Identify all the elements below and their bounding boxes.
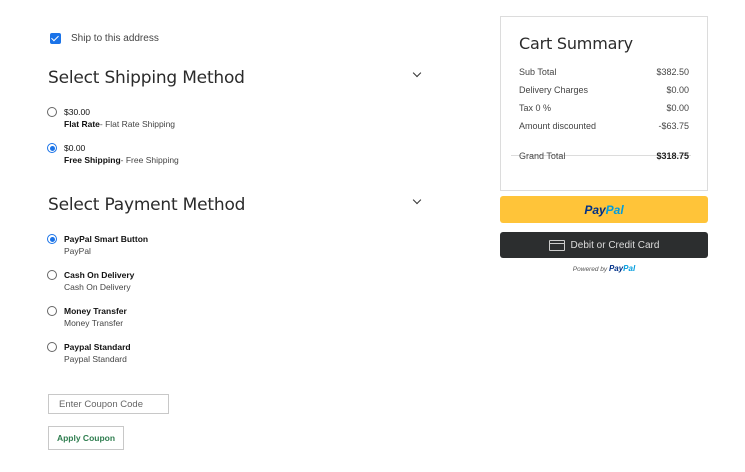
cart-row-label: Sub Total bbox=[519, 67, 557, 77]
payment-sub: Paypal Standard bbox=[64, 354, 127, 364]
payment-name: Cash On Delivery bbox=[64, 270, 135, 280]
cart-row-label: Amount discounted bbox=[519, 121, 597, 131]
payment-sub: PayPal bbox=[64, 246, 91, 256]
cart-row-value: $0.00 bbox=[666, 103, 689, 113]
payment-radio-cod[interactable] bbox=[47, 270, 57, 280]
cart-row-value: $0.00 bbox=[666, 85, 689, 95]
shipping-name: Free Shipping bbox=[64, 155, 121, 165]
shipping-method-title: Select Shipping Method bbox=[48, 68, 245, 88]
cart-row-tax: Tax 0 % $0.00 bbox=[519, 103, 689, 113]
debit-credit-card-label: Debit or Credit Card bbox=[570, 239, 660, 251]
payment-radio-paypal-standard[interactable] bbox=[47, 342, 57, 352]
cart-row-delivery: Delivery Charges $0.00 bbox=[519, 85, 689, 95]
cart-row-value: -$63.75 bbox=[658, 121, 689, 131]
paypal-button[interactable]: Pay Pal bbox=[500, 196, 708, 223]
cart-row-subtotal: Sub Total $382.50 bbox=[519, 67, 689, 77]
cart-summary-panel: Cart Summary Sub Total $382.50 Delivery … bbox=[500, 16, 708, 191]
cart-row-value: $382.50 bbox=[656, 67, 689, 77]
payment-option-paypal-standard[interactable]: Paypal Standard Paypal Standard bbox=[47, 341, 131, 365]
shipping-detail: - Flat Rate Shipping bbox=[99, 119, 176, 129]
paypal-logo-pal: Pal bbox=[605, 202, 624, 217]
cart-summary-title: Cart Summary bbox=[519, 34, 633, 53]
payment-name: Paypal Standard bbox=[64, 342, 131, 352]
card-icon bbox=[548, 239, 565, 251]
shipping-option-free[interactable]: $0.00 Free Shipping- Free Shipping bbox=[47, 142, 179, 166]
payment-radio-money-transfer[interactable] bbox=[47, 306, 57, 316]
chevron-down-icon[interactable] bbox=[413, 197, 422, 206]
shipping-detail: - Free Shipping bbox=[120, 155, 179, 165]
ship-to-address-label: Ship to this address bbox=[71, 33, 159, 44]
shipping-price: $30.00 bbox=[64, 107, 90, 117]
shipping-price: $0.00 bbox=[64, 143, 86, 153]
powered-logo-pal: Pal bbox=[623, 264, 636, 273]
cart-row-label: Tax 0 % bbox=[519, 103, 552, 113]
grand-total-label: Grand Total bbox=[519, 151, 566, 161]
paypal-logo-pay: Pay bbox=[584, 202, 606, 217]
shipping-radio-flat-rate[interactable] bbox=[47, 107, 57, 117]
cart-row-label: Delivery Charges bbox=[519, 85, 589, 95]
payment-sub: Money Transfer bbox=[64, 318, 124, 328]
ship-to-address-checkbox[interactable] bbox=[50, 33, 61, 44]
chevron-down-icon[interactable] bbox=[413, 70, 422, 79]
grand-total-value: $318.75 bbox=[656, 151, 689, 161]
powered-by-label: Powered by bbox=[572, 266, 608, 273]
coupon-code-input[interactable] bbox=[48, 394, 169, 414]
payment-method-title: Select Payment Method bbox=[48, 195, 246, 215]
powered-logo-pay: Pay bbox=[608, 264, 624, 273]
payment-option-money-transfer[interactable]: Money Transfer Money Transfer bbox=[47, 305, 127, 329]
cart-row-grand-total: Grand Total $318.75 bbox=[519, 151, 689, 161]
shipping-option-flat-rate[interactable]: $30.00 Flat Rate- Flat Rate Shipping bbox=[47, 106, 175, 130]
ship-to-address-row[interactable]: Ship to this address bbox=[50, 33, 159, 44]
apply-coupon-button[interactable]: Apply Coupon bbox=[48, 426, 124, 450]
debit-credit-card-button[interactable]: Debit or Credit Card bbox=[500, 232, 708, 258]
payment-option-cod[interactable]: Cash On Delivery Cash On Delivery bbox=[47, 269, 134, 293]
payment-name: PayPal Smart Button bbox=[64, 234, 149, 244]
payment-radio-paypal-smart[interactable] bbox=[47, 234, 57, 244]
shipping-radio-free[interactable] bbox=[47, 143, 57, 153]
shipping-name: Flat Rate bbox=[64, 119, 100, 129]
payment-sub: Cash On Delivery bbox=[64, 282, 131, 292]
checkout-options: Ship to this address Select Shipping Met… bbox=[0, 0, 470, 472]
cart-row-discount: Amount discounted -$63.75 bbox=[519, 121, 689, 131]
powered-by-paypal: Powered by PayPal bbox=[500, 264, 708, 273]
payment-name: Money Transfer bbox=[64, 306, 127, 316]
payment-option-paypal-smart[interactable]: PayPal Smart Button PayPal bbox=[47, 233, 148, 257]
